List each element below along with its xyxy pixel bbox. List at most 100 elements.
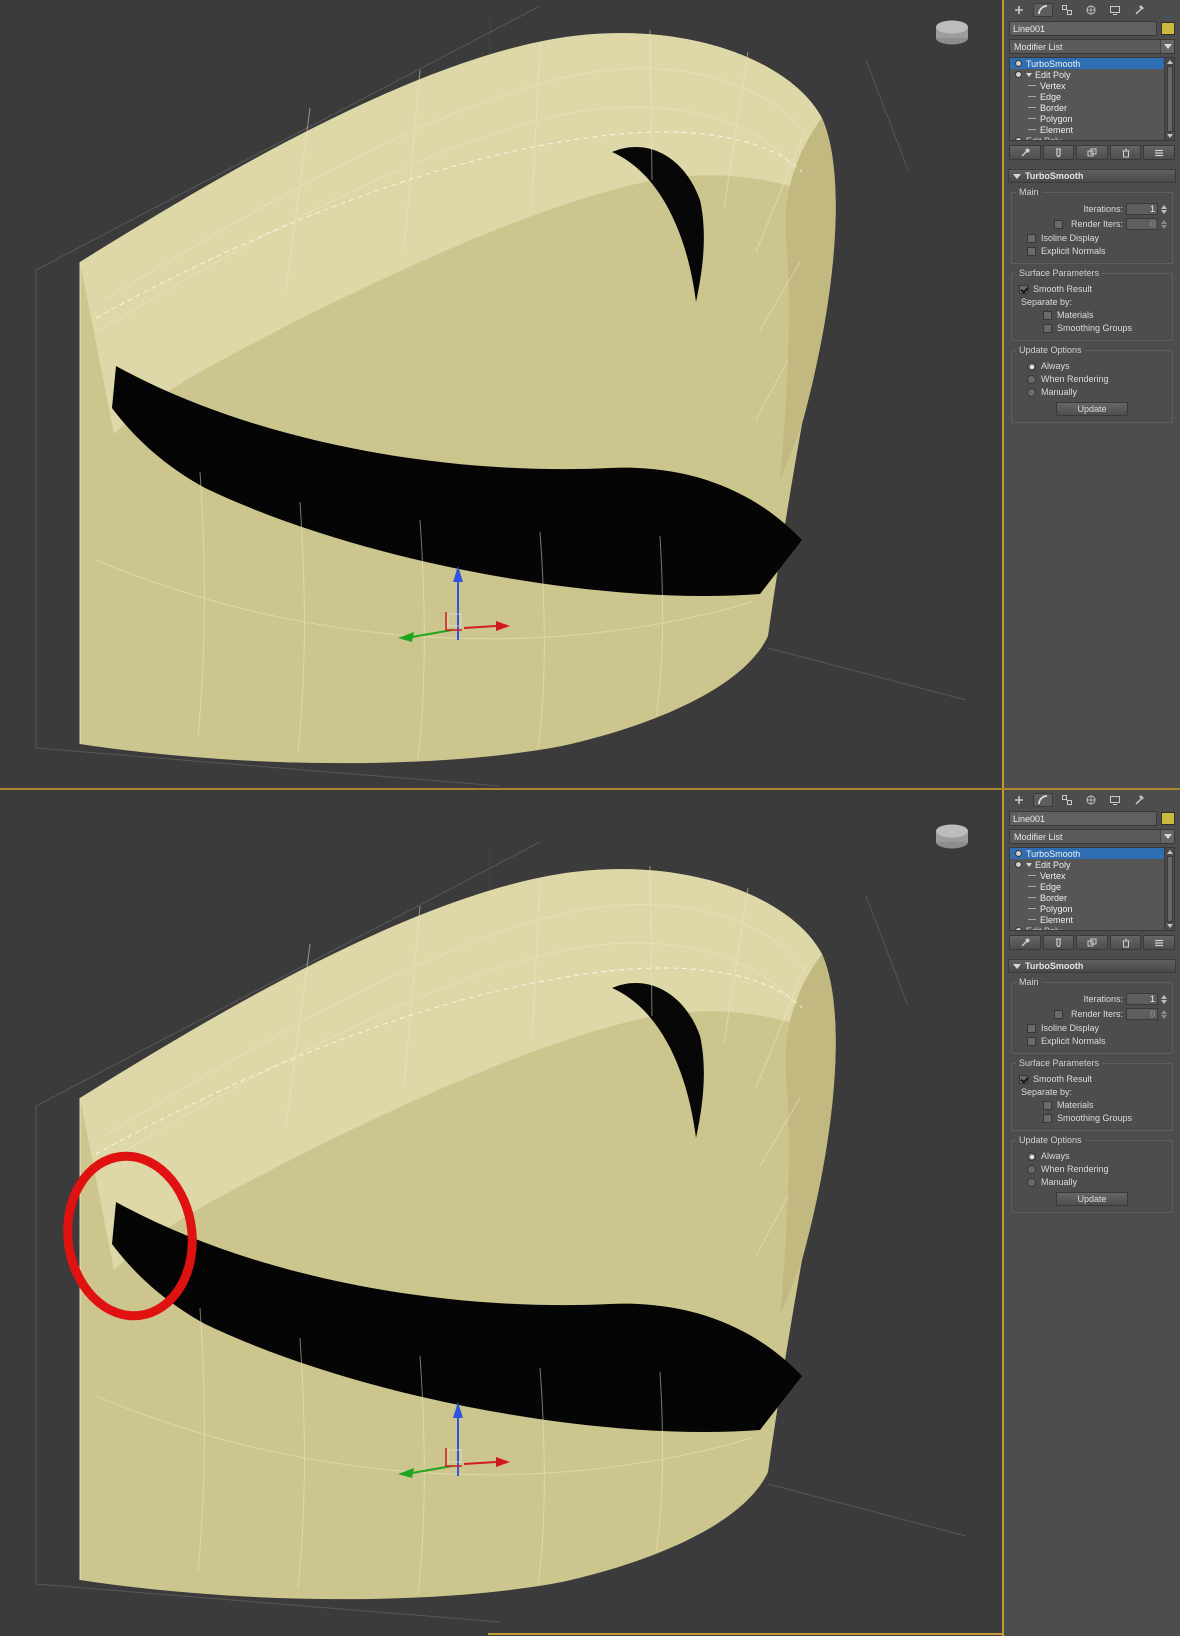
always-radio[interactable]	[1027, 361, 1036, 371]
hierarchy-tab[interactable]	[1057, 3, 1077, 17]
isoline-display-checkbox[interactable]	[1027, 1023, 1036, 1033]
show-end-result-button[interactable]	[1042, 145, 1075, 160]
stack-row-element[interactable]: Element	[1010, 914, 1164, 925]
viewport-bottom[interactable]	[0, 790, 1004, 1636]
modifier-enable-icon[interactable]	[1015, 861, 1022, 868]
make-unique-button[interactable]	[1076, 935, 1108, 950]
update-button[interactable]: Update	[1056, 1192, 1128, 1206]
iterations-value[interactable]: 1	[1126, 203, 1158, 215]
isoline-display-checkbox[interactable]	[1027, 233, 1036, 243]
stack-row-element[interactable]: Element	[1010, 124, 1164, 135]
stack-scrollbar[interactable]	[1164, 58, 1174, 140]
rollout-header[interactable]: TurboSmooth	[1008, 169, 1176, 183]
stack-row-edit-poly-2[interactable]: Edit Poly	[1010, 135, 1164, 140]
main-group: Main Iterations: 1 Render Iters: 0 Isoli…	[1011, 187, 1173, 264]
materials-checkbox[interactable]	[1043, 310, 1052, 320]
stack-row-edit-poly-2[interactable]: Edit Poly	[1010, 925, 1164, 930]
stack-scrollbar[interactable]	[1164, 848, 1174, 930]
scroll-thumb[interactable]	[1166, 66, 1173, 132]
modifier-enable-icon[interactable]	[1015, 60, 1022, 67]
motion-tab[interactable]	[1081, 793, 1101, 807]
model-mesh[interactable]	[35, 5, 967, 787]
modifier-list-dropdown[interactable]: Modifier List	[1009, 829, 1175, 844]
stack-row-edit-poly[interactable]: Edit Poly	[1010, 69, 1164, 80]
explicit-normals-checkbox[interactable]	[1027, 246, 1036, 256]
render-iters-checkbox[interactable]	[1053, 1009, 1063, 1019]
stack-row-border[interactable]: Border	[1010, 102, 1164, 113]
smooth-result-checkbox[interactable]	[1019, 284, 1028, 294]
show-end-result-button[interactable]	[1042, 935, 1075, 950]
pin-stack-button[interactable]	[1009, 145, 1041, 160]
expand-arrow-icon[interactable]	[1026, 72, 1032, 77]
modifier-enable-icon[interactable]	[1015, 850, 1022, 857]
stack-row-edit-poly[interactable]: Edit Poly	[1010, 859, 1164, 870]
create-tab[interactable]	[1009, 793, 1029, 807]
iterations-spinner[interactable]	[1161, 994, 1167, 1004]
viewport-puck-icon[interactable]	[936, 20, 968, 45]
modifier-stack-list[interactable]: TurboSmooth Edit Poly Vertex Edge Border…	[1009, 57, 1175, 141]
main-group: Main Iterations: 1 Render Iters: 0 Isoli…	[1011, 977, 1173, 1054]
scroll-up-icon[interactable]	[1166, 850, 1173, 854]
iterations-value[interactable]: 1	[1126, 993, 1158, 1005]
stack-row-edge[interactable]: Edge	[1010, 91, 1164, 102]
when-rendering-radio[interactable]	[1027, 1164, 1036, 1174]
stack-row-vertex[interactable]: Vertex	[1010, 870, 1164, 881]
stack-row-polygon[interactable]: Polygon	[1010, 903, 1164, 914]
remove-modifier-button[interactable]	[1109, 145, 1142, 160]
stack-row-polygon[interactable]: Polygon	[1010, 113, 1164, 124]
modifier-enable-icon[interactable]	[1015, 927, 1022, 930]
stack-row-vertex[interactable]: Vertex	[1010, 80, 1164, 91]
display-tab[interactable]	[1105, 793, 1125, 807]
update-button[interactable]: Update	[1056, 402, 1128, 416]
smoothing-groups-checkbox[interactable]	[1043, 1113, 1052, 1123]
pin-stack-button[interactable]	[1009, 935, 1041, 950]
motion-tab[interactable]	[1081, 3, 1101, 17]
scroll-up-icon[interactable]	[1166, 60, 1173, 64]
hierarchy-tab[interactable]	[1057, 793, 1077, 807]
object-name-field[interactable]	[1009, 21, 1157, 36]
create-tab[interactable]	[1009, 3, 1029, 17]
utilities-tab[interactable]	[1129, 793, 1149, 807]
make-unique-button[interactable]	[1076, 145, 1108, 160]
object-color-swatch[interactable]	[1161, 812, 1175, 825]
materials-checkbox[interactable]	[1043, 1100, 1052, 1110]
manually-radio[interactable]	[1027, 387, 1036, 397]
display-tab[interactable]	[1105, 3, 1125, 17]
smooth-result-checkbox[interactable]	[1019, 1074, 1028, 1084]
scroll-thumb[interactable]	[1166, 856, 1173, 922]
viewport-puck-icon[interactable]	[936, 824, 968, 849]
dropdown-arrow-icon[interactable]	[1160, 830, 1174, 843]
surface-parameters-group: Surface Parameters Smooth Result Separat…	[1011, 268, 1173, 341]
explicit-normals-checkbox[interactable]	[1027, 1036, 1036, 1046]
manually-radio[interactable]	[1027, 1177, 1036, 1187]
command-panel-bottom: Modifier List TurboSmooth Edit Poly Vert…	[1004, 790, 1180, 1636]
configure-modifier-sets-button[interactable]	[1143, 935, 1175, 950]
object-color-swatch[interactable]	[1161, 22, 1175, 35]
configure-modifier-sets-button[interactable]	[1143, 145, 1175, 160]
stack-row-turbosmooth[interactable]: TurboSmooth	[1010, 848, 1164, 859]
rollout-header[interactable]: TurboSmooth	[1008, 959, 1176, 973]
stack-row-edge[interactable]: Edge	[1010, 881, 1164, 892]
surface-parameters-label: Surface Parameters	[1016, 1058, 1103, 1068]
remove-modifier-button[interactable]	[1109, 935, 1142, 950]
expand-arrow-icon[interactable]	[1026, 862, 1032, 867]
when-rendering-radio[interactable]	[1027, 374, 1036, 384]
stack-row-turbosmooth[interactable]: TurboSmooth	[1010, 58, 1164, 69]
modifier-stack-list[interactable]: TurboSmooth Edit Poly Vertex Edge Border…	[1009, 847, 1175, 931]
modifier-list-dropdown[interactable]: Modifier List	[1009, 39, 1175, 54]
render-iters-checkbox[interactable]	[1053, 219, 1063, 229]
modifier-enable-icon[interactable]	[1015, 71, 1022, 78]
object-name-field[interactable]	[1009, 811, 1157, 826]
scroll-down-icon[interactable]	[1166, 924, 1173, 928]
viewport-top[interactable]	[0, 0, 1004, 788]
smoothing-groups-checkbox[interactable]	[1043, 323, 1052, 333]
scroll-down-icon[interactable]	[1166, 134, 1173, 138]
iterations-spinner[interactable]	[1161, 204, 1167, 214]
modify-tab[interactable]	[1033, 793, 1053, 807]
modifier-enable-icon[interactable]	[1015, 137, 1022, 140]
stack-row-border[interactable]: Border	[1010, 892, 1164, 903]
utilities-tab[interactable]	[1129, 3, 1149, 17]
modify-tab[interactable]	[1033, 3, 1053, 17]
dropdown-arrow-icon[interactable]	[1160, 40, 1174, 53]
always-radio[interactable]	[1027, 1151, 1036, 1161]
